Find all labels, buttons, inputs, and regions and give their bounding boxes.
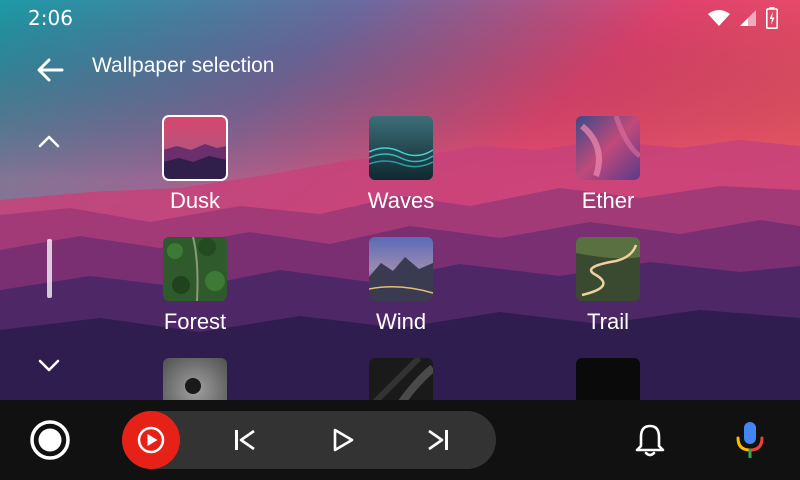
wallpaper-tile-waves[interactable]: Waves (326, 114, 476, 230)
wifi-icon (708, 10, 730, 26)
wallpaper-thumbnail-ether (576, 116, 640, 180)
skip-next-icon (428, 429, 448, 451)
back-button[interactable] (28, 48, 72, 92)
wallpaper-thumbnail-wind (369, 237, 433, 301)
wallpaper-tile-ether[interactable]: Ether (533, 114, 683, 230)
wallpaper-selection-screen: 2:06 Wallpaper selection Dusk Waves Ethe… (0, 0, 800, 480)
battery-charging-icon (766, 7, 778, 29)
wallpaper-label: Wind (375, 309, 427, 334)
wallpaper-tile-dusk[interactable]: Dusk (120, 114, 270, 230)
bell-icon (635, 424, 665, 457)
wallpaper-tile[interactable] (533, 356, 683, 400)
scroll-down-button[interactable] (29, 346, 69, 386)
home-circle-icon (30, 420, 70, 460)
mic-icon (736, 422, 764, 458)
play-icon (333, 428, 354, 452)
wallpaper-tile[interactable] (326, 356, 476, 400)
arrow-left-icon (37, 58, 64, 82)
chevron-up-icon (38, 135, 60, 148)
scroll-indicator[interactable] (47, 239, 52, 298)
skip-previous-icon (235, 429, 255, 451)
wallpaper-thumbnail-waves (369, 116, 433, 180)
youtube-music-app-button[interactable] (122, 411, 180, 469)
previous-track-button[interactable] (230, 425, 260, 455)
youtube-music-icon (137, 426, 165, 454)
app-header: Wallpaper selection (0, 40, 800, 94)
wallpaper-tile-wind[interactable]: Wind (326, 235, 476, 351)
wallpaper-label: Trail (587, 309, 629, 334)
play-button[interactable] (328, 425, 358, 455)
wallpaper-label: Dusk (169, 188, 221, 213)
status-clock: 2:06 (28, 6, 73, 30)
wallpaper-thumbnail (163, 358, 227, 400)
status-bar: 2:06 (0, 0, 800, 36)
status-icons (708, 7, 778, 29)
next-track-button[interactable] (423, 425, 453, 455)
signal-icon (740, 10, 756, 26)
chevron-down-icon (38, 359, 60, 372)
media-controls (122, 411, 496, 469)
wallpaper-label: Ether (581, 188, 635, 213)
wallpaper-label: Forest (163, 309, 227, 334)
bottom-nav-bar (0, 400, 800, 480)
wallpaper-thumbnail-dusk (162, 115, 228, 181)
wallpaper-grid: Dusk Waves Ether Forest Wind Trail (120, 114, 760, 400)
notifications-button[interactable] (633, 422, 667, 458)
wallpaper-tile-trail[interactable]: Trail (533, 235, 683, 351)
wallpaper-thumbnail-trail (576, 237, 640, 301)
scroll-up-button[interactable] (29, 121, 69, 161)
wallpaper-thumbnail (576, 358, 640, 400)
wallpaper-thumbnail-forest (163, 237, 227, 301)
wallpaper-label: Waves (367, 188, 435, 213)
page-title: Wallpaper selection (92, 54, 275, 77)
wallpaper-thumbnail (369, 358, 433, 400)
wallpaper-tile-forest[interactable]: Forest (120, 235, 270, 351)
wallpaper-tile[interactable] (120, 356, 270, 400)
voice-assistant-button[interactable] (733, 420, 767, 460)
home-button[interactable] (28, 418, 72, 462)
